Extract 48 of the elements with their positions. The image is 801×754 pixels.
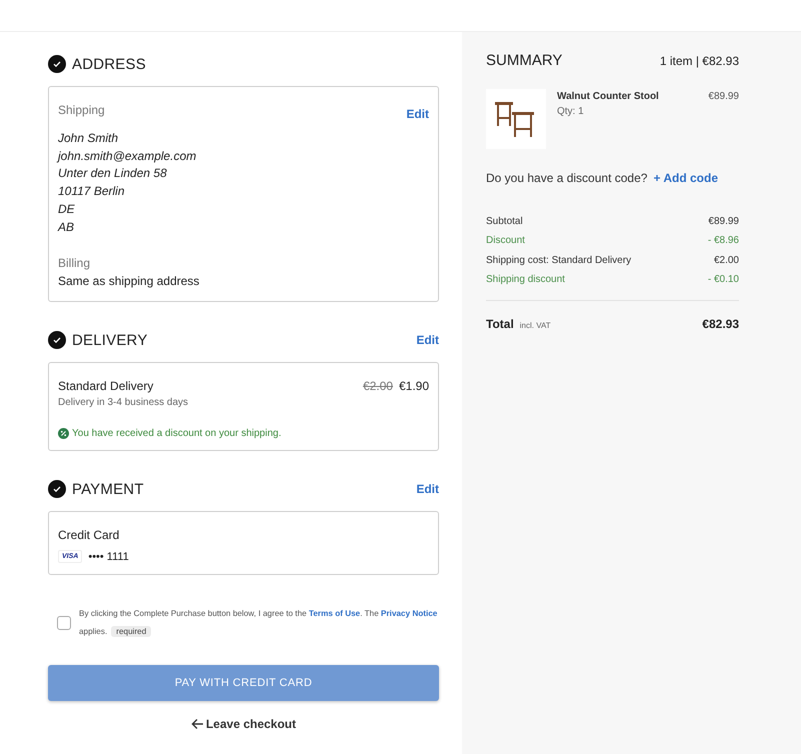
address-line: john.smith@example.com — [58, 148, 198, 165]
summary-line-value: €89.99 — [708, 215, 739, 229]
product-name: Walnut Counter Stool — [557, 91, 659, 102]
add-code-link[interactable]: + Add code — [653, 171, 718, 185]
billing-label: Billing — [58, 255, 92, 272]
summary-line-label: Discount — [486, 234, 525, 248]
payment-method: Credit Card — [58, 527, 120, 544]
card-number: •••• 1111 — [88, 550, 129, 563]
total-label: Total — [486, 316, 514, 331]
product-price: €89.99 — [708, 91, 739, 104]
delivery-eta: Delivery in 3-4 business days — [58, 397, 188, 408]
address-line: DE — [58, 200, 76, 218]
address-line: 10117 Berlin — [58, 183, 126, 200]
shipping-label: Shipping — [58, 102, 105, 119]
summary-line-value: - €0.10 — [708, 273, 739, 288]
section-title: DELIVERY — [72, 332, 148, 349]
leave-checkout-link[interactable]: Leave checkout — [190, 717, 296, 732]
discount-notice: You have received a discount on your shipping. — [72, 428, 282, 440]
section-title: PAYMENT — [72, 480, 144, 498]
consent-text: By clicking the Complete Purchase button below, I agree to the Terms of Use. The Privacy Notice applies. required — [79, 608, 438, 640]
summary-count: 1 item | €82.93 — [660, 54, 739, 68]
required-tag: required — [111, 626, 152, 638]
summary-line-value: €2.00 — [714, 254, 739, 268]
summary-line-label: Shipping discount — [486, 273, 565, 288]
summary-title: SUMMARY — [486, 52, 562, 69]
address-line: AB — [58, 218, 76, 236]
terms-link[interactable]: Terms of Use — [308, 609, 360, 618]
percent-badge-icon — [58, 428, 69, 440]
section-title: ADDRESS — [72, 56, 146, 72]
summary-line-label: Shipping cost: Standard Delivery — [486, 254, 632, 268]
total-value: €82.93 — [702, 316, 739, 331]
edit-link[interactable]: Edit — [416, 482, 439, 496]
old-price: €2.00 — [362, 379, 393, 394]
delivery-price: €1.90 — [398, 379, 429, 394]
delivery-method: Standard Delivery — [58, 378, 154, 396]
summary-line-label: Subtotal — [486, 215, 523, 229]
discount-prompt: Do you have a discount code? — [486, 171, 648, 185]
edit-link[interactable]: Edit — [416, 333, 439, 348]
billing-value: Same as shipping address — [58, 273, 200, 290]
address-line: Unter den Linden 58 — [58, 165, 168, 182]
privacy-link[interactable]: Privacy Notice — [380, 609, 438, 618]
address-line: John Smith — [58, 130, 120, 147]
vat-note: incl. VAT — [520, 320, 551, 330]
consent-checkbox[interactable] — [57, 616, 71, 630]
summary-line-value: - €8.96 — [708, 234, 739, 248]
edit-link[interactable]: Edit — [406, 107, 429, 121]
arrow-left-icon — [190, 718, 204, 730]
product-qty: Qty: 1 — [557, 106, 585, 117]
